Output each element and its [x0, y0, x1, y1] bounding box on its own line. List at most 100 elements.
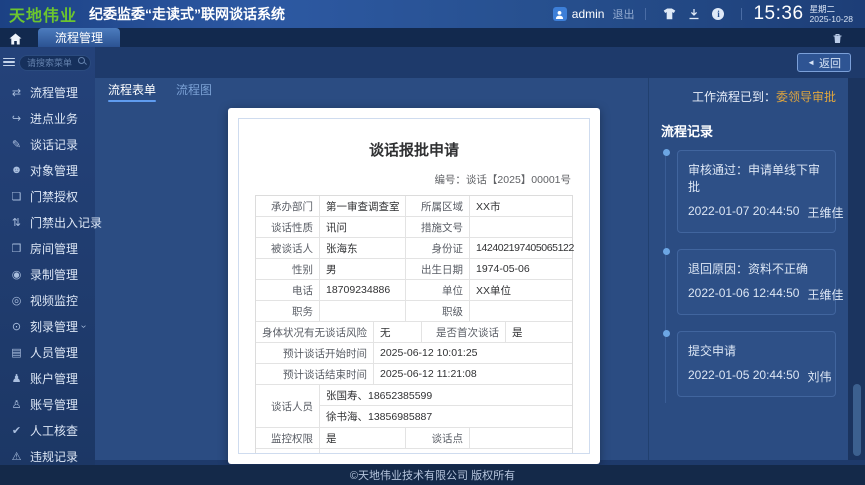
- record-user: 刘伟: [807, 368, 831, 385]
- field-value: 18709234886: [320, 280, 406, 300]
- burn-icon: ⊙: [9, 320, 24, 333]
- timeline-dot-icon: [663, 330, 670, 337]
- field-value: [320, 301, 406, 321]
- sidebar-item-burn[interactable]: ⊙刻录管理›: [0, 313, 95, 339]
- timeline-dot-icon: [663, 149, 670, 156]
- field-label: 单位: [406, 280, 470, 300]
- flow-icon: ⇄: [9, 86, 24, 99]
- collapse-menu-icon[interactable]: [3, 58, 15, 67]
- field-label: 职务: [256, 301, 320, 321]
- weekday: 星期二: [810, 4, 853, 14]
- sidebar-item-label: 账号管理: [30, 396, 78, 413]
- field-label: 身体状况有无谈话风险: [256, 322, 374, 342]
- workflow-sidebar: 工作流程已到：委领导审批 流程记录 审核通过：申请单线下审批 2022-01-0…: [649, 78, 848, 460]
- account-number-icon: ♙: [9, 398, 24, 411]
- field-value: [470, 428, 572, 448]
- sidebar-menu: ⇄流程管理↪进点业务✎谈话记录☻对象管理 ❏ 门禁授权 ⇅门禁出入记录 ❒ 房间管理 ◉录制…: [0, 79, 95, 469]
- logout-button[interactable]: 退出: [612, 6, 634, 22]
- sidebar-item-access-auth[interactable]: ❏ 门禁授权: [0, 183, 95, 209]
- field-label: 谈话点: [406, 428, 470, 448]
- sidebar-item-label: 刻录管理: [30, 318, 78, 335]
- field-label: 措施文号: [406, 217, 470, 237]
- sidebar-item-label: 视频监控: [30, 292, 78, 309]
- sidebar-item-talk-record[interactable]: ✎谈话记录: [0, 131, 95, 157]
- table-row: 监控权限 是 谈话点: [256, 428, 572, 449]
- sidebar-item-room[interactable]: ❒ 房间管理: [0, 235, 95, 261]
- date-box: 星期二 2025-10-28: [810, 4, 853, 24]
- table-row: 性别 男 出生日期 1974-05-06: [256, 259, 572, 280]
- field-value: 2025-06-12 10:01:25: [374, 343, 572, 363]
- tab-process-management[interactable]: 流程管理: [38, 28, 120, 47]
- sidebar-item-manual-check[interactable]: ✔人工核查: [0, 417, 95, 443]
- sidebar-item-access-log[interactable]: ⇅门禁出入记录: [0, 209, 95, 235]
- sidebar-item-video-monitor[interactable]: ◎ 视频监控: [0, 287, 95, 313]
- field-label: [256, 449, 320, 454]
- sidebar: ⇄流程管理↪进点业务✎谈话记录☻对象管理 ❏ 门禁授权 ⇅门禁出入记录 ❒ 房间管理 ◉录制…: [0, 47, 95, 465]
- record-time: 2022-01-06 12:44:50: [688, 286, 799, 303]
- sidebar-item-label: 对象管理: [30, 162, 78, 179]
- field-value: 142402197405065122: [470, 238, 580, 258]
- record-time: 2022-01-07 20:44:50: [688, 204, 799, 221]
- field-value: 男: [320, 259, 406, 279]
- brand-logo: 天地伟业: [9, 2, 77, 26]
- sidebar-item-account-number[interactable]: ♙ 账号管理: [0, 391, 95, 417]
- divider: [741, 8, 742, 20]
- room-icon: ❒: [9, 242, 24, 255]
- sidebar-item-personnel[interactable]: ▤人员管理: [0, 339, 95, 365]
- tab-process-form[interactable]: 流程表单: [108, 81, 156, 102]
- username: admin: [572, 7, 605, 21]
- scrollbar-thumb[interactable]: [853, 384, 861, 456]
- info-icon[interactable]: i: [712, 8, 724, 20]
- open-tabs-bar: 流程管理: [0, 28, 865, 47]
- field-value: 第一审查调查室: [320, 196, 406, 216]
- sidebar-item-label: 违规记录: [30, 448, 78, 465]
- record-time: 2022-01-05 20:44:50: [688, 368, 799, 385]
- account-icon: ♟: [9, 372, 24, 385]
- table-row: 被谈话人 张海东 身份证 142402197405065122: [256, 238, 572, 259]
- field-label: 预计谈话开始时间: [256, 343, 374, 363]
- table-row: 谈话人员 张国寿、18652385599 徐书海、13856985887: [256, 385, 572, 428]
- home-icon[interactable]: [9, 33, 22, 45]
- field-label: 预计谈话结束时间: [256, 364, 374, 384]
- sidebar-item-entry[interactable]: ↪进点业务: [0, 105, 95, 131]
- workflow-status: 工作流程已到：委领导审批: [659, 88, 836, 105]
- access-log-icon: ⇅: [9, 216, 24, 229]
- video-monitor-icon: ◎: [9, 294, 24, 307]
- table-row: 身体状况有无谈话风险 无 是否首次谈话 是: [256, 322, 572, 343]
- tab-process-diagram[interactable]: 流程图: [176, 81, 212, 102]
- back-button[interactable]: ◄ 返回: [797, 53, 851, 72]
- user-avatar[interactable]: [553, 7, 567, 21]
- close-tabs-trash-icon[interactable]: [832, 33, 843, 44]
- field-value: 是: [506, 322, 572, 342]
- sidebar-item-recording[interactable]: ◉录制管理: [0, 261, 95, 287]
- timeline-dot-icon: [663, 248, 670, 255]
- entry-icon: ↪: [9, 112, 24, 125]
- field-label: 监控权限: [256, 428, 320, 448]
- field-value: 张海东: [320, 238, 406, 258]
- page-scrollbar[interactable]: [848, 78, 865, 460]
- sidebar-item-account[interactable]: ♟账户管理: [0, 365, 95, 391]
- sidebar-item-label: 门禁授权: [30, 188, 78, 205]
- sidebar-item-label: 录制管理: [30, 266, 78, 283]
- field-value: 是: [320, 428, 406, 448]
- access-auth-icon: ❏: [9, 190, 24, 203]
- sidebar-item-violation[interactable]: ⚠违规记录: [0, 443, 95, 469]
- menu-search: [19, 53, 91, 71]
- field-label: 所属区域: [406, 196, 470, 216]
- download-icon[interactable]: [688, 8, 700, 20]
- field-label: 承办部门: [256, 196, 320, 216]
- field-value: [470, 217, 572, 237]
- field-label: 出生日期: [406, 259, 470, 279]
- field-label: 被谈话人: [256, 238, 320, 258]
- field-label: 电话: [256, 280, 320, 300]
- sidebar-item-label: 房间管理: [30, 240, 78, 257]
- theme-skin-icon[interactable]: [663, 8, 676, 20]
- sidebar-item-flow[interactable]: ⇄流程管理: [0, 79, 95, 105]
- field-label: 谈话性质: [256, 217, 320, 237]
- sidebar-item-object[interactable]: ☻对象管理: [0, 157, 95, 183]
- record-text: 提交申请: [688, 342, 825, 359]
- field-label: 性别: [256, 259, 320, 279]
- table-row: 谈话性质 讯问 措施文号: [256, 217, 572, 238]
- process-records-title: 流程记录: [661, 121, 836, 140]
- workflow-status-value: 委领导审批: [776, 90, 836, 104]
